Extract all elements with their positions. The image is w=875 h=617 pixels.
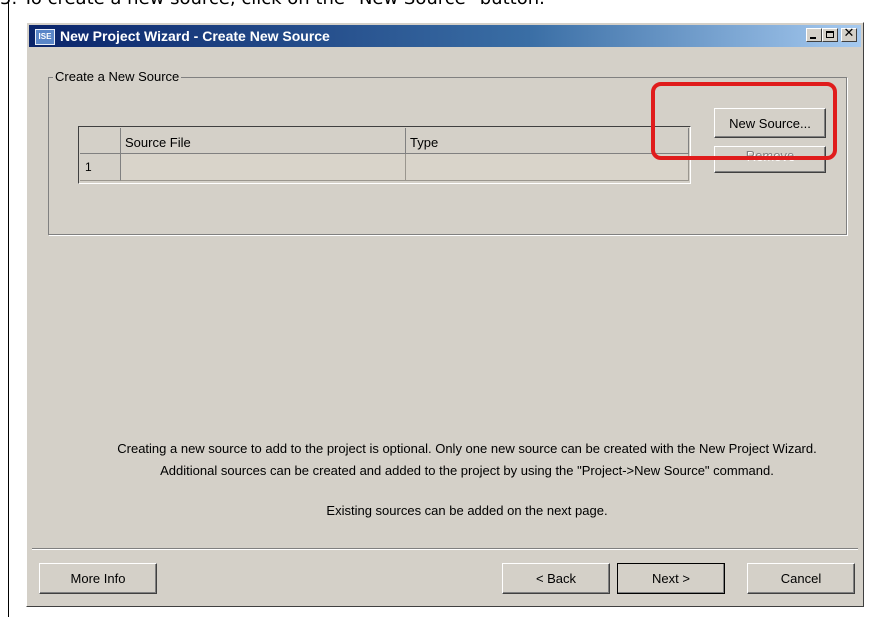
back-button[interactable]: < Back xyxy=(502,563,610,594)
maximize-icon xyxy=(826,31,834,38)
table-corner-header xyxy=(80,128,121,154)
cancel-button[interactable]: Cancel xyxy=(747,563,855,594)
column-header-source-file[interactable]: Source File xyxy=(121,128,406,154)
footer-separator xyxy=(32,548,858,550)
title-bar[interactable]: ISE New Project Wizard - Create New Sour… xyxy=(29,25,861,47)
next-button[interactable]: Next > xyxy=(617,563,725,594)
group-label: Create a New Source xyxy=(53,69,182,84)
window-title: New Project Wizard - Create New Source xyxy=(60,28,330,44)
info-line-1: Creating a new source to add to the proj… xyxy=(117,441,817,456)
more-info-button[interactable]: More Info xyxy=(39,563,157,594)
row-index-1: 1 xyxy=(80,154,121,181)
annotation-highlight xyxy=(651,82,837,160)
document-instruction: 5. To create a new source, click on the … xyxy=(0,0,545,9)
close-icon: ✕ xyxy=(843,26,855,41)
ise-app-icon: ISE xyxy=(35,29,55,45)
close-button[interactable]: ✕ xyxy=(841,26,857,42)
page-margin-rule xyxy=(8,0,9,617)
source-table[interactable]: Source File Type 1 xyxy=(78,126,691,184)
cell-type[interactable] xyxy=(406,154,689,181)
column-header-type[interactable]: Type xyxy=(406,128,689,154)
maximize-button[interactable] xyxy=(822,28,838,42)
cell-source-file[interactable] xyxy=(121,154,406,181)
minimize-button[interactable] xyxy=(806,28,822,42)
minimize-icon xyxy=(810,37,816,39)
info-line-3: Existing sources can be added on the nex… xyxy=(326,503,608,518)
info-line-2: Additional sources can be created and ad… xyxy=(160,463,774,478)
